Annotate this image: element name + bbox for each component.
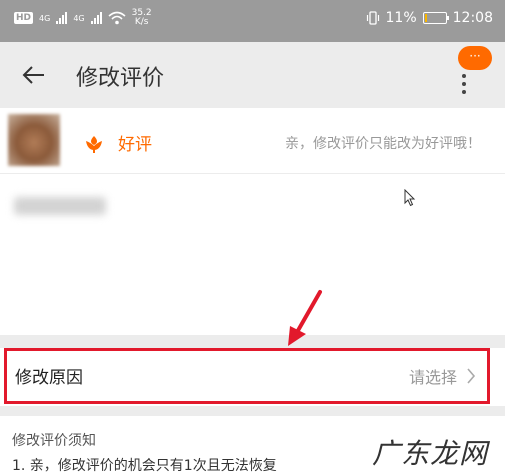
more-vertical-icon [452, 74, 476, 94]
notice-title: 修改评价须知 [12, 433, 96, 449]
clock: 12:08 [452, 10, 493, 26]
battery-percent: 11% [385, 10, 417, 26]
rating-row: 好评 亲，修改评价只能改为好评哦！ [0, 108, 505, 174]
wifi-icon [108, 11, 126, 25]
app-bar: 修改评价 [0, 42, 505, 108]
signal-icon-1 [56, 12, 68, 24]
arrow-left-icon [22, 66, 44, 84]
message-badge[interactable]: ··· [458, 46, 492, 70]
status-right: 11% 12:08 [366, 10, 493, 26]
reason-label: 修改原因 [15, 368, 83, 388]
section-divider-2 [0, 406, 505, 416]
vibrate-icon [366, 11, 379, 25]
network-type-2: 4G [73, 13, 85, 23]
rating-hint: 亲，修改评价只能改为好评哦！ [285, 136, 481, 152]
network-type-1: 4G [39, 13, 51, 23]
review-text-area[interactable] [0, 175, 505, 335]
annotation-arrow-icon [288, 290, 322, 346]
more-button[interactable] [452, 70, 476, 100]
status-left: HD 4G 4G 35.2 K/s [14, 9, 152, 27]
page-title: 修改评价 [76, 66, 165, 91]
good-rating-label[interactable]: 好评 [118, 130, 152, 155]
notice-item: 1. 亲，修改评价的机会只有1次且无法恢复 [12, 458, 277, 474]
hd-badge: HD [14, 12, 34, 24]
flower-icon[interactable] [84, 134, 104, 154]
watermark: 广东龙网 [372, 437, 489, 470]
speed-unit: K/s [134, 17, 149, 27]
section-divider [0, 335, 505, 348]
chevron-right-icon [467, 368, 476, 384]
reason-select-value[interactable]: 请选择 [409, 364, 457, 388]
product-thumbnail [8, 114, 60, 166]
signal-icon-2 [90, 12, 102, 24]
network-speed: 35.2 K/s [132, 9, 152, 27]
back-button[interactable] [18, 58, 52, 92]
reason-row[interactable]: 修改原因 请选择 [4, 348, 490, 404]
status-bar: HD 4G 4G 35.2 K/s 11% 12:08 [0, 0, 505, 42]
battery-icon [422, 12, 449, 24]
blurred-review-text [14, 197, 106, 215]
mouse-pointer-icon [404, 189, 416, 207]
battery-fill [424, 14, 428, 22]
